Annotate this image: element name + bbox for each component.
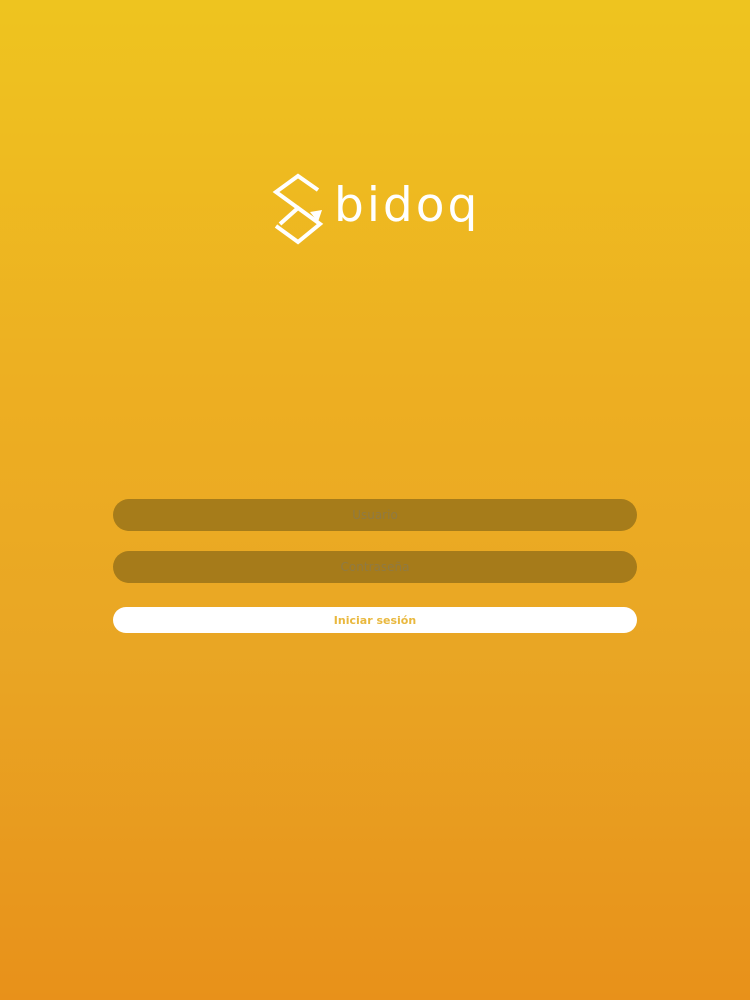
password-input[interactable]: [113, 551, 637, 583]
username-input[interactable]: [113, 499, 637, 531]
stacked-diamond-logo-icon: [272, 173, 324, 245]
brand-name: bidoq: [334, 177, 481, 233]
login-button[interactable]: Iniciar sesión: [113, 607, 637, 633]
brand-logo: bidoq: [270, 168, 480, 248]
